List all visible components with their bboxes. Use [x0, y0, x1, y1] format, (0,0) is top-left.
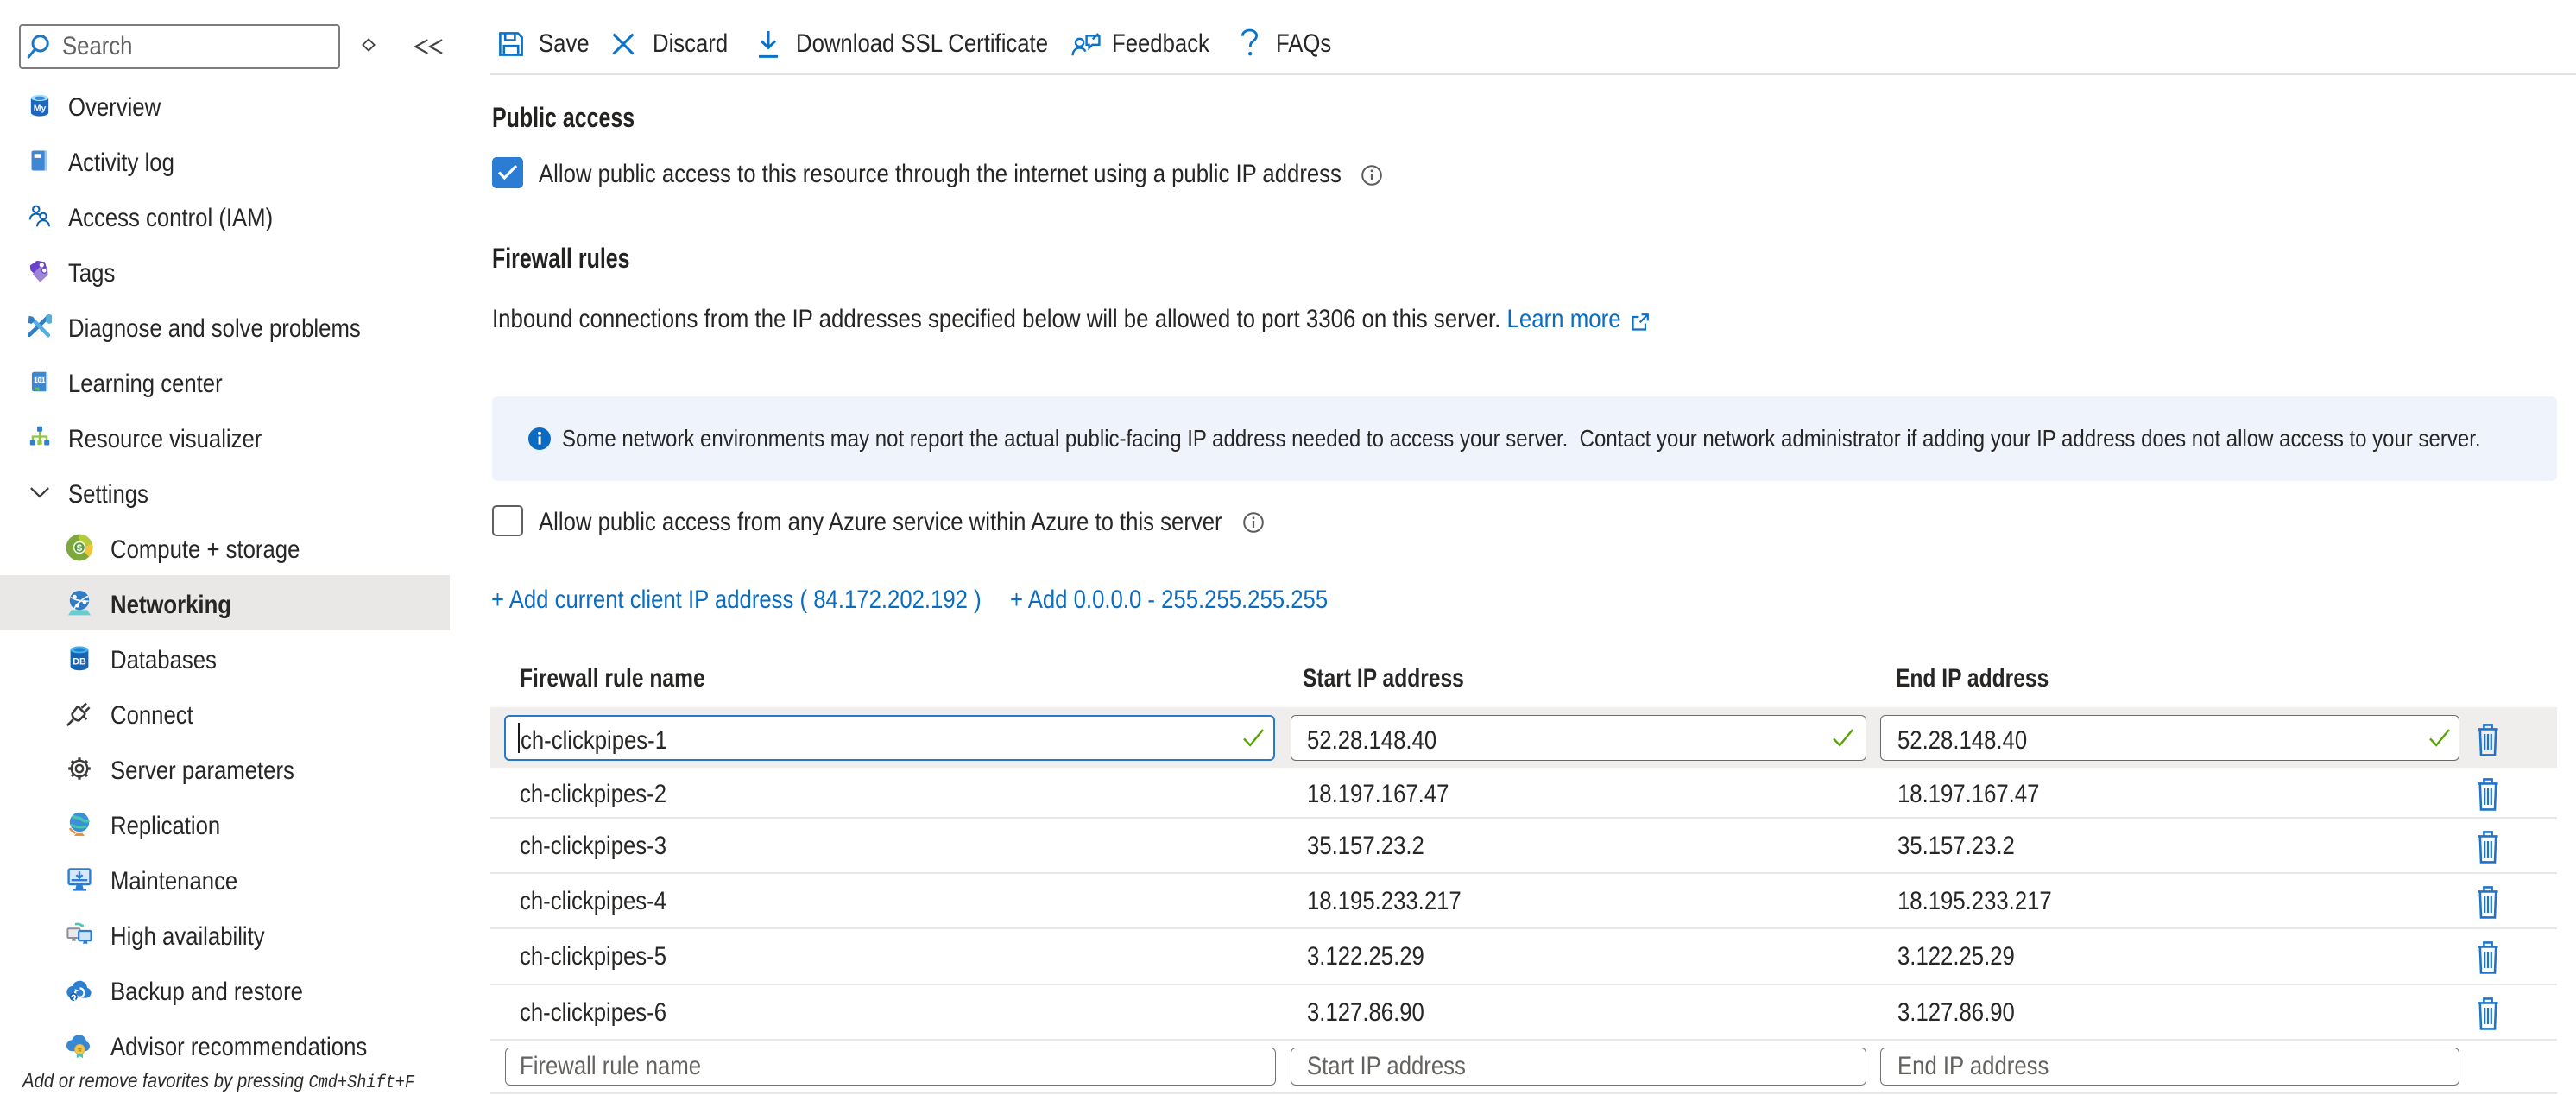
svg-text:My: My	[34, 103, 47, 113]
svg-text:$: $	[77, 543, 83, 554]
svg-text:DB: DB	[73, 656, 86, 667]
svg-text:101: 101	[34, 377, 46, 384]
